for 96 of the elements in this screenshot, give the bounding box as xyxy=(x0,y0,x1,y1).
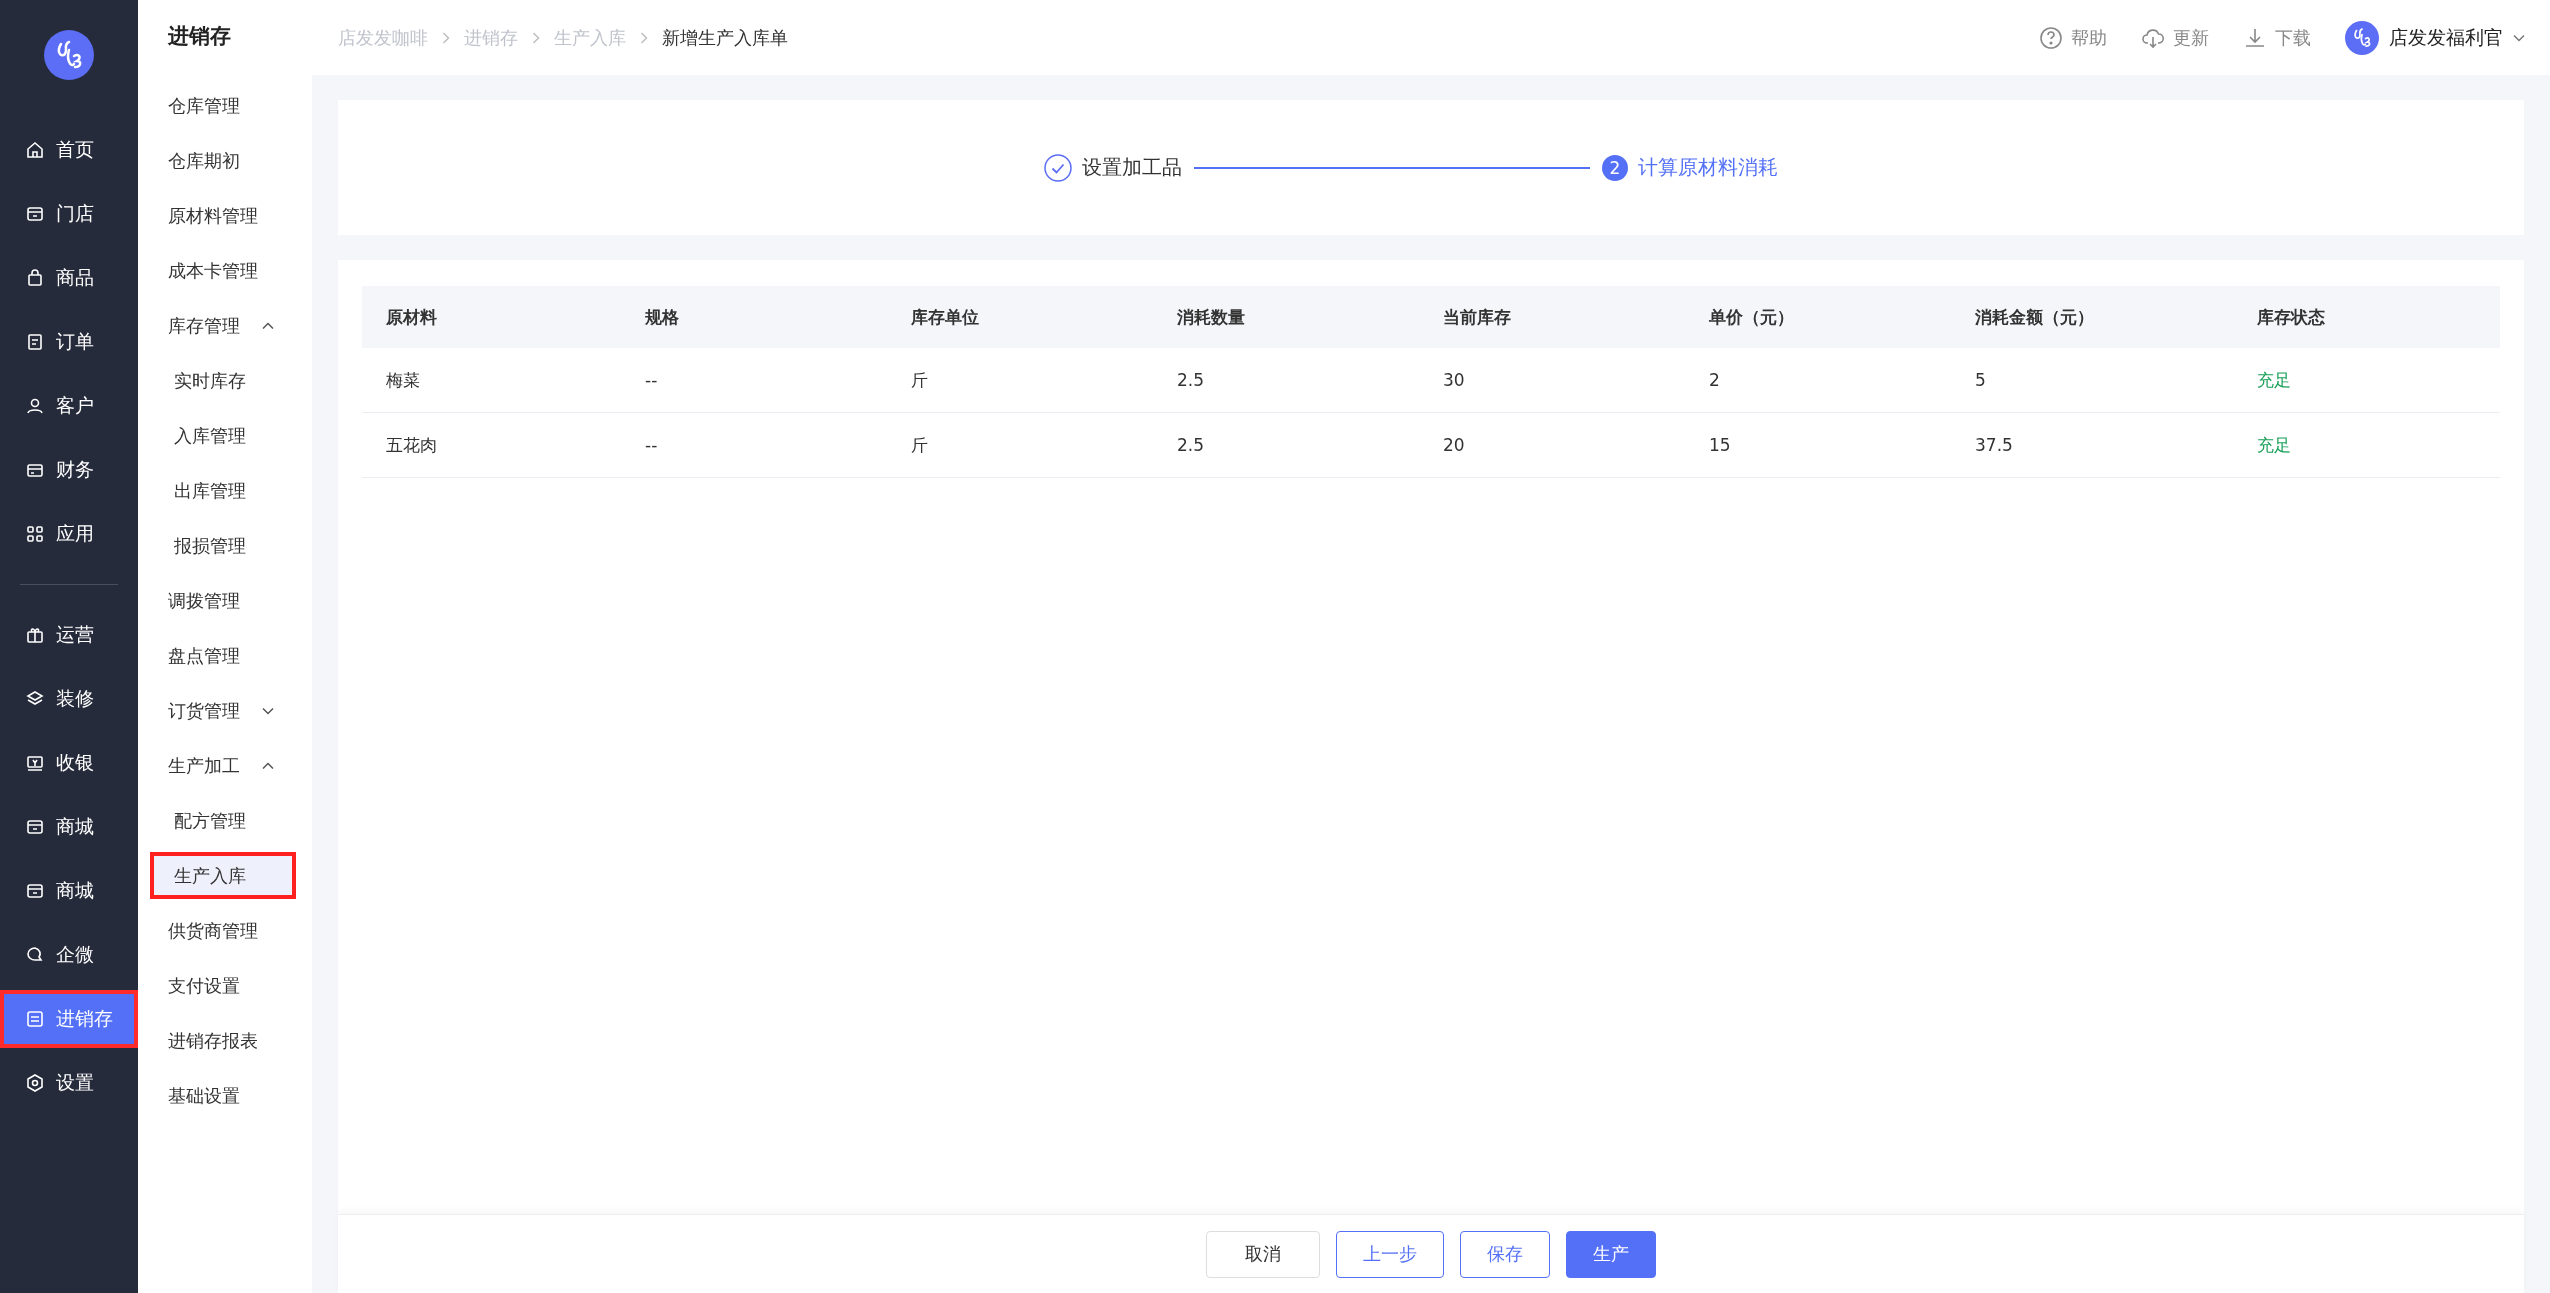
menu-item[interactable]: 进销存报表 xyxy=(138,1013,312,1068)
table-cell-text: 30 xyxy=(1442,370,1466,390)
chat-icon xyxy=(26,946,44,964)
doc-icon xyxy=(26,333,44,351)
nav-item[interactable]: 企微 xyxy=(0,926,138,984)
table-cell-text: -- xyxy=(644,435,659,455)
column-header: 库存状态 xyxy=(2256,305,2326,329)
action-button[interactable]: 生产 xyxy=(1566,1230,1656,1278)
help-icon xyxy=(2039,25,2063,50)
store-icon xyxy=(26,882,44,900)
logo-icon xyxy=(44,30,94,80)
table-cell-text: 斤 xyxy=(910,433,929,457)
nav-item[interactable]: 运营 xyxy=(0,606,138,664)
chevron-icon xyxy=(262,761,274,770)
home-icon xyxy=(26,141,44,159)
menu-item[interactable]: 调拨管理 xyxy=(138,573,312,628)
layers-icon xyxy=(26,690,44,708)
chevron-icon xyxy=(262,706,274,715)
menu-group[interactable]: 订货管理 xyxy=(138,683,312,738)
store-icon xyxy=(26,205,44,223)
nav-item[interactable]: 商城 xyxy=(0,862,138,920)
menu-item[interactable]: 入库管理 xyxy=(138,408,312,463)
step-number: 2 xyxy=(1602,154,1628,181)
header-action[interactable]: 下载 xyxy=(2243,25,2311,50)
menu-item[interactable]: 供货商管理 xyxy=(138,903,312,958)
table-cell-text: 5 xyxy=(1974,370,1987,390)
store-icon xyxy=(26,818,44,836)
table-cell-text: 2.5 xyxy=(1176,370,1206,390)
menu-item[interactable]: 成本卡管理 xyxy=(138,243,312,298)
column-header: 消耗金额（元） xyxy=(1974,305,2095,329)
nav-item[interactable]: 门店 xyxy=(0,185,138,243)
table-cell-text: 2 xyxy=(1708,370,1721,390)
nav-item[interactable]: 装修 xyxy=(0,670,138,728)
avatar-icon xyxy=(2345,20,2379,55)
menu-item[interactable]: 仓库期初 xyxy=(138,133,312,188)
step-label: 计算原材料消耗 xyxy=(1638,154,1778,181)
menu-item[interactable]: 盘点管理 xyxy=(138,628,312,683)
gift-icon xyxy=(26,626,44,644)
nav-item[interactable]: 商城 xyxy=(0,798,138,856)
chevron-right-icon xyxy=(532,31,540,44)
action-button[interactable]: 上一步 xyxy=(1336,1230,1444,1278)
table-cell-text: 20 xyxy=(1442,435,1466,455)
table-cell-text: -- xyxy=(644,370,659,390)
step-label: 设置加工品 xyxy=(1082,154,1182,181)
user-menu[interactable]: 店发发福利官 xyxy=(2345,20,2525,55)
menu-item[interactable]: 出库管理 xyxy=(138,463,312,518)
column-header: 库存单位 xyxy=(910,305,980,329)
grid-icon xyxy=(26,525,44,543)
table-cell-text: 2.5 xyxy=(1176,435,1206,455)
nav-item[interactable]: 订单 xyxy=(0,313,138,371)
status-text: 充足 xyxy=(2256,368,2292,392)
gear-icon xyxy=(26,1074,44,1092)
section-title: 进销存 xyxy=(167,23,232,50)
chevron-right-icon xyxy=(640,31,648,44)
box-icon xyxy=(26,1010,44,1028)
table-cell-text: 15 xyxy=(1708,435,1732,455)
header-action[interactable]: 更新 xyxy=(2141,25,2209,50)
column-header: 单价（元） xyxy=(1708,305,1795,329)
menu-item[interactable]: 实时库存 xyxy=(138,353,312,408)
menu-item[interactable]: 报损管理 xyxy=(138,518,312,573)
nav-item[interactable]: 设置 xyxy=(0,1054,138,1112)
menu-item[interactable]: 配方管理 xyxy=(138,793,312,848)
card-icon xyxy=(26,461,44,479)
user-icon xyxy=(26,397,44,415)
nav-item[interactable]: 商品 xyxy=(0,249,138,307)
menu-group[interactable]: 生产加工 xyxy=(138,738,312,793)
menu-item[interactable]: 仓库管理 xyxy=(138,78,312,133)
menu-group[interactable]: 库存管理 xyxy=(138,298,312,353)
nav-item[interactable]: 应用 xyxy=(0,505,138,563)
table-cell-text: 斤 xyxy=(910,368,929,392)
nav-item[interactable]: 进销存 xyxy=(0,990,138,1048)
chevron-icon xyxy=(2513,33,2525,42)
menu-item[interactable]: 原材料管理 xyxy=(138,188,312,243)
column-header: 规格 xyxy=(644,305,680,329)
nav-item[interactable]: 客户 xyxy=(0,377,138,435)
table-cell-text: 37.5 xyxy=(1974,435,2014,455)
column-header: 消耗数量 xyxy=(1176,305,1246,329)
column-header: 当前库存 xyxy=(1442,305,1512,329)
menu-item[interactable]: 支付设置 xyxy=(138,958,312,1013)
action-button[interactable]: 保存 xyxy=(1460,1230,1550,1278)
action-button[interactable]: 取消 xyxy=(1206,1230,1320,1278)
chevron-right-icon xyxy=(442,31,450,44)
column-header: 原材料 xyxy=(385,305,438,329)
header-action[interactable]: 帮助 xyxy=(2039,25,2107,50)
status-text: 充足 xyxy=(2256,433,2292,457)
nav-item[interactable]: 收银 xyxy=(0,734,138,792)
chevron-icon xyxy=(262,321,274,330)
nav-item[interactable]: 首页 xyxy=(0,121,138,179)
bag-icon xyxy=(26,269,44,287)
nav-item[interactable]: 财务 xyxy=(0,441,138,499)
table-cell-text: 五花肉 xyxy=(385,433,438,457)
cash-icon xyxy=(26,754,44,772)
menu-item[interactable]: 基础设置 xyxy=(138,1068,312,1123)
menu-item[interactable]: 生产入库 xyxy=(150,852,296,899)
table-cell-text: 梅菜 xyxy=(385,368,421,392)
breadcrumb-item: 新增生产入库单 xyxy=(662,25,788,50)
